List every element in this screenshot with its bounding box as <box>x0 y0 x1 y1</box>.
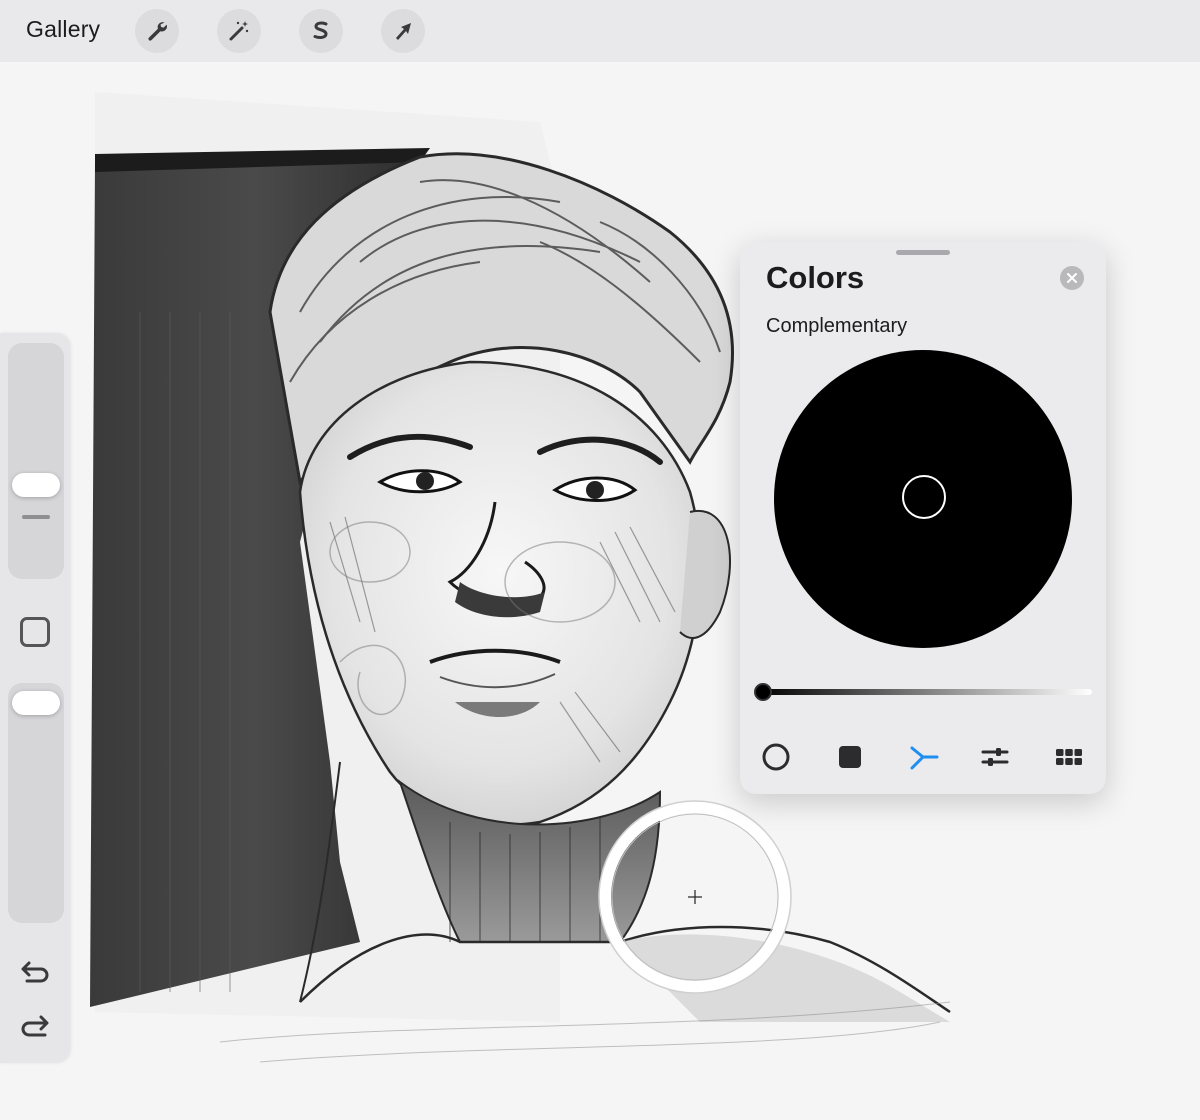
top-toolbar: Gallery <box>0 0 1200 63</box>
slider-dash <box>22 515 50 519</box>
wrench-icon <box>148 22 167 41</box>
brush-size-knob[interactable] <box>12 473 60 497</box>
harmony-color-disc[interactable] <box>774 350 1072 648</box>
arrow-cursor-icon <box>396 23 411 40</box>
brightness-slider[interactable] <box>758 689 1092 695</box>
magic-wand-icon <box>229 21 249 41</box>
modify-button[interactable] <box>20 617 50 647</box>
selection-button[interactable] <box>299 9 343 53</box>
actions-button[interactable] <box>135 9 179 53</box>
square-filled-icon <box>839 746 861 768</box>
tab-harmony[interactable] <box>909 742 939 772</box>
eyedropper-loupe[interactable] <box>598 800 792 994</box>
harmony-icon <box>910 746 939 770</box>
circle-icon <box>762 743 790 771</box>
harmony-mode-label[interactable]: Complementary <box>766 315 907 338</box>
opacity-slider[interactable] <box>8 683 64 923</box>
brightness-knob[interactable] <box>754 683 772 701</box>
tab-classic[interactable] <box>835 742 865 772</box>
sliders-icon <box>981 748 1009 766</box>
color-target-ring[interactable] <box>902 475 946 519</box>
left-sidebar <box>0 333 70 1063</box>
colors-panel: Colors Complementary <box>740 242 1106 794</box>
s-selection-icon <box>313 21 328 40</box>
brush-size-slider[interactable] <box>8 343 64 579</box>
crosshair-icon <box>688 890 702 904</box>
panel-grabber[interactable] <box>896 250 950 255</box>
redo-icon[interactable] <box>19 1013 51 1045</box>
adjustments-button[interactable] <box>217 9 261 53</box>
tab-palettes[interactable] <box>1054 742 1084 772</box>
opacity-knob[interactable] <box>12 691 60 715</box>
gallery-button[interactable]: Gallery <box>26 16 100 43</box>
tab-disc[interactable] <box>761 742 791 772</box>
transform-button[interactable] <box>381 9 425 53</box>
grid-icon <box>1056 749 1082 765</box>
tab-value[interactable] <box>980 742 1010 772</box>
undo-icon[interactable] <box>19 953 51 985</box>
close-button[interactable] <box>1060 266 1084 290</box>
close-icon <box>1067 273 1077 283</box>
panel-title: Colors <box>766 260 865 295</box>
